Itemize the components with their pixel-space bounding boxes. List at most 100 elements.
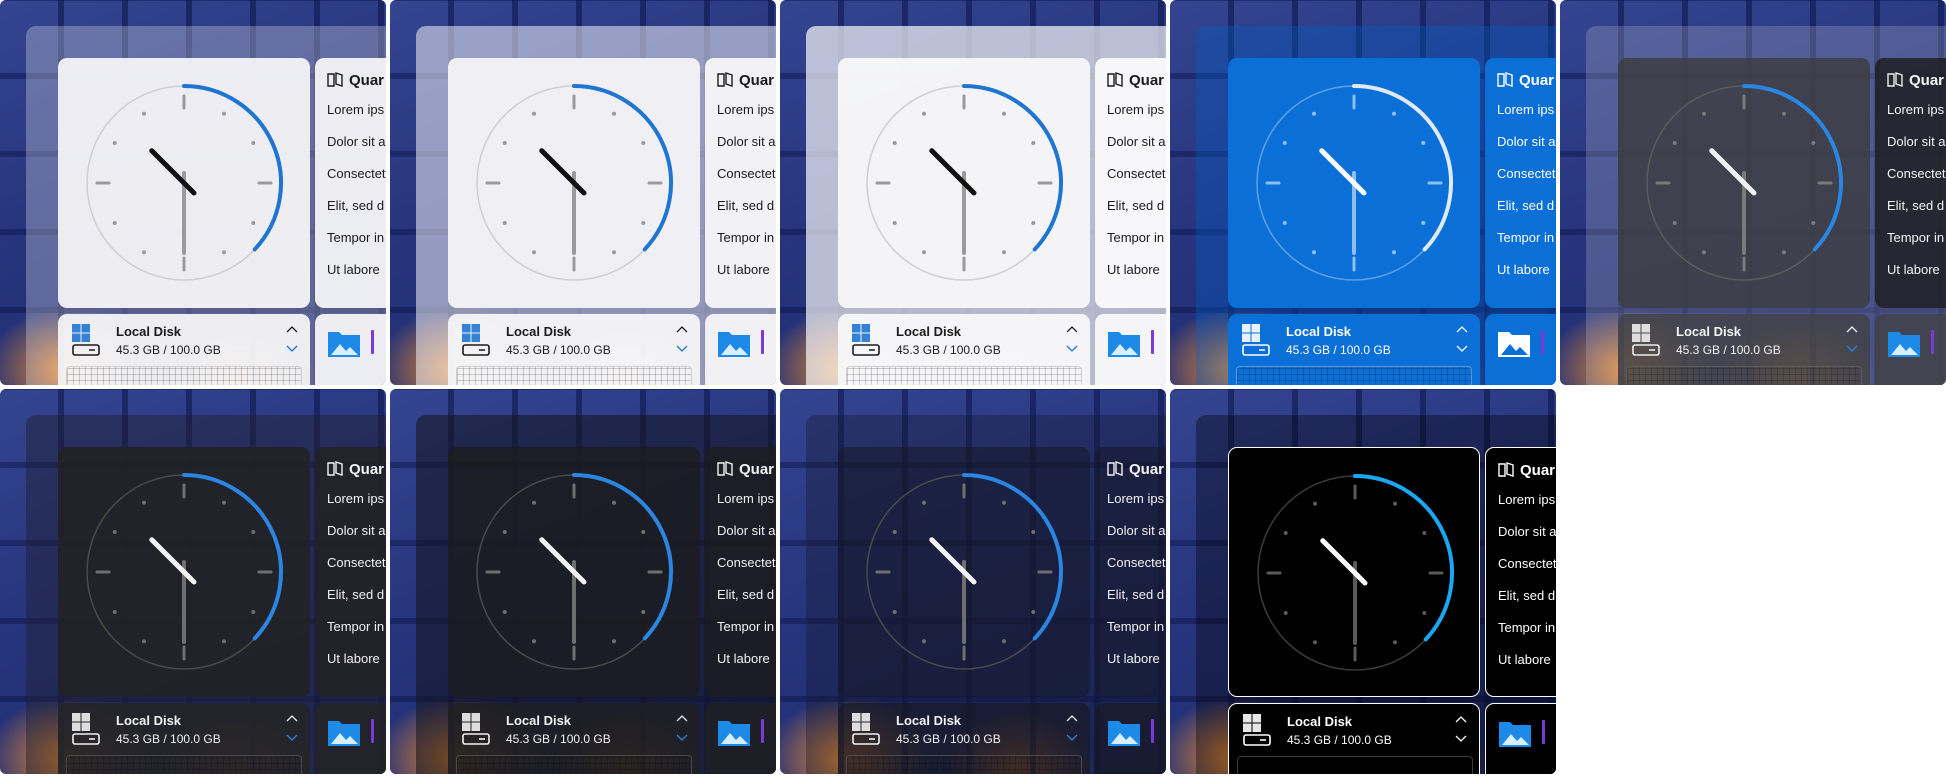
- list-item[interactable]: Elit, sed d: [1498, 588, 1555, 603]
- list-item[interactable]: Dolor sit a: [1498, 524, 1556, 539]
- list-item[interactable]: Ut labore: [327, 651, 380, 666]
- list-item[interactable]: Tempor in: [717, 619, 774, 634]
- list-item[interactable]: Consectet: [1107, 166, 1166, 181]
- chevron-up-icon[interactable]: [1456, 325, 1468, 333]
- list-item[interactable]: Lorem ips: [717, 102, 774, 117]
- list-item[interactable]: Tempor in: [717, 230, 774, 245]
- disk-usage-widget[interactable]: Local Disk 45.3 GB / 100.0 GB: [58, 314, 310, 385]
- list-item[interactable]: Consectet: [1107, 555, 1166, 570]
- photos-widget[interactable]: [315, 314, 386, 385]
- list-item[interactable]: Consectet: [717, 555, 776, 570]
- chevron-up-icon[interactable]: [676, 714, 688, 722]
- list-item[interactable]: Tempor in: [1107, 619, 1164, 634]
- disk-usage-widget[interactable]: Local Disk 45.3 GB / 100.0 GB: [1618, 314, 1870, 385]
- clock-widget[interactable]: [838, 58, 1090, 308]
- list-item[interactable]: Lorem ips: [1107, 491, 1164, 506]
- list-item[interactable]: Tempor in: [1498, 620, 1555, 635]
- list-item[interactable]: Ut labore: [717, 651, 770, 666]
- list-item[interactable]: Tempor in: [1497, 230, 1554, 245]
- quote-list-widget[interactable]: Quar Lorem ips Dolor sit a Consectet Elit, s…: [1485, 447, 1556, 697]
- list-item[interactable]: Ut labore: [327, 262, 380, 277]
- list-item[interactable]: Tempor in: [1107, 230, 1164, 245]
- list-item[interactable]: Lorem ips: [327, 491, 384, 506]
- chevron-up-icon[interactable]: [1066, 325, 1078, 333]
- list-item[interactable]: Ut labore: [1498, 652, 1551, 667]
- disk-usage-widget[interactable]: Local Disk 45.3 GB / 100.0 GB: [1228, 703, 1480, 774]
- chevron-down-icon[interactable]: [676, 345, 688, 353]
- chevron-down-icon[interactable]: [1846, 345, 1858, 353]
- photos-widget[interactable]: [705, 314, 776, 385]
- list-item[interactable]: Lorem ips: [327, 102, 384, 117]
- list-item[interactable]: Dolor sit a: [717, 523, 776, 538]
- chevron-up-icon[interactable]: [1455, 715, 1467, 723]
- disk-usage-widget[interactable]: Local Disk 45.3 GB / 100.0 GB: [838, 314, 1090, 385]
- clock-widget[interactable]: [58, 447, 310, 697]
- list-item[interactable]: Consectet: [1498, 556, 1556, 571]
- list-item[interactable]: Lorem ips: [1107, 102, 1164, 117]
- list-item[interactable]: Tempor in: [1887, 230, 1944, 245]
- clock-widget[interactable]: [448, 447, 700, 697]
- list-item[interactable]: Consectet: [1497, 166, 1556, 181]
- chevron-up-icon[interactable]: [1066, 714, 1078, 722]
- quote-list-widget[interactable]: Quar Lorem ips Dolor sit a Consectet Elit, s…: [1095, 58, 1166, 308]
- list-item[interactable]: Elit, sed d: [1497, 198, 1554, 213]
- list-item[interactable]: Dolor sit a: [327, 523, 386, 538]
- list-item[interactable]: Consectet: [717, 166, 776, 181]
- chevron-up-icon[interactable]: [676, 325, 688, 333]
- list-item[interactable]: Lorem ips: [1887, 102, 1944, 117]
- chevron-down-icon[interactable]: [286, 345, 298, 353]
- chevron-down-icon[interactable]: [1456, 345, 1468, 353]
- photos-widget[interactable]: [1875, 314, 1946, 385]
- list-item[interactable]: Consectet: [327, 166, 386, 181]
- photos-widget[interactable]: [315, 703, 386, 774]
- list-item[interactable]: Consectet: [327, 555, 386, 570]
- clock-widget[interactable]: [448, 58, 700, 308]
- list-item[interactable]: Elit, sed d: [717, 198, 774, 213]
- list-item[interactable]: Ut labore: [1887, 262, 1940, 277]
- chevron-down-icon[interactable]: [1066, 345, 1078, 353]
- quote-list-widget[interactable]: Quar Lorem ips Dolor sit a Consectet Elit, s…: [1875, 58, 1946, 308]
- photos-widget[interactable]: [705, 703, 776, 774]
- disk-usage-widget[interactable]: Local Disk 45.3 GB / 100.0 GB: [838, 703, 1090, 774]
- list-item[interactable]: Elit, sed d: [327, 587, 384, 602]
- chevron-down-icon[interactable]: [1455, 735, 1467, 743]
- chevron-up-icon[interactable]: [286, 325, 298, 333]
- list-item[interactable]: Tempor in: [327, 619, 384, 634]
- quote-list-widget[interactable]: Quar Lorem ips Dolor sit a Consectet Elit, s…: [705, 58, 776, 308]
- disk-usage-widget[interactable]: Local Disk 45.3 GB / 100.0 GB: [58, 703, 310, 774]
- list-item[interactable]: Elit, sed d: [1887, 198, 1944, 213]
- list-item[interactable]: Ut labore: [717, 262, 770, 277]
- quote-list-widget[interactable]: Quar Lorem ips Dolor sit a Consectet Elit, s…: [705, 447, 776, 697]
- list-item[interactable]: Lorem ips: [717, 491, 774, 506]
- list-item[interactable]: Elit, sed d: [327, 198, 384, 213]
- list-item[interactable]: Elit, sed d: [717, 587, 774, 602]
- photos-widget[interactable]: [1485, 703, 1556, 774]
- disk-usage-widget[interactable]: Local Disk 45.3 GB / 100.0 GB: [448, 314, 700, 385]
- clock-widget[interactable]: [1228, 58, 1480, 308]
- clock-widget[interactable]: [838, 447, 1090, 697]
- list-item[interactable]: Elit, sed d: [1107, 198, 1164, 213]
- list-item[interactable]: Ut labore: [1107, 262, 1160, 277]
- clock-widget[interactable]: [58, 58, 310, 308]
- list-item[interactable]: Dolor sit a: [1107, 134, 1166, 149]
- photos-widget[interactable]: [1485, 314, 1556, 385]
- chevron-down-icon[interactable]: [286, 734, 298, 742]
- chevron-down-icon[interactable]: [1066, 734, 1078, 742]
- clock-widget[interactable]: [1228, 447, 1480, 697]
- list-item[interactable]: Dolor sit a: [1497, 134, 1556, 149]
- photos-widget[interactable]: [1095, 314, 1166, 385]
- disk-usage-widget[interactable]: Local Disk 45.3 GB / 100.0 GB: [1228, 314, 1480, 385]
- list-item[interactable]: Dolor sit a: [1887, 134, 1946, 149]
- clock-widget[interactable]: [1618, 58, 1870, 308]
- quote-list-widget[interactable]: Quar Lorem ips Dolor sit a Consectet Elit, s…: [315, 58, 386, 308]
- chevron-up-icon[interactable]: [1846, 325, 1858, 333]
- list-item[interactable]: Ut labore: [1107, 651, 1160, 666]
- quote-list-widget[interactable]: Quar Lorem ips Dolor sit a Consectet Elit, s…: [315, 447, 386, 697]
- quote-list-widget[interactable]: Quar Lorem ips Dolor sit a Consectet Elit, s…: [1095, 447, 1166, 697]
- list-item[interactable]: Consectet: [1887, 166, 1946, 181]
- quote-list-widget[interactable]: Quar Lorem ips Dolor sit a Consectet Elit, s…: [1485, 58, 1556, 308]
- chevron-down-icon[interactable]: [676, 734, 688, 742]
- list-item[interactable]: Elit, sed d: [1107, 587, 1164, 602]
- list-item[interactable]: Dolor sit a: [1107, 523, 1166, 538]
- list-item[interactable]: Dolor sit a: [717, 134, 776, 149]
